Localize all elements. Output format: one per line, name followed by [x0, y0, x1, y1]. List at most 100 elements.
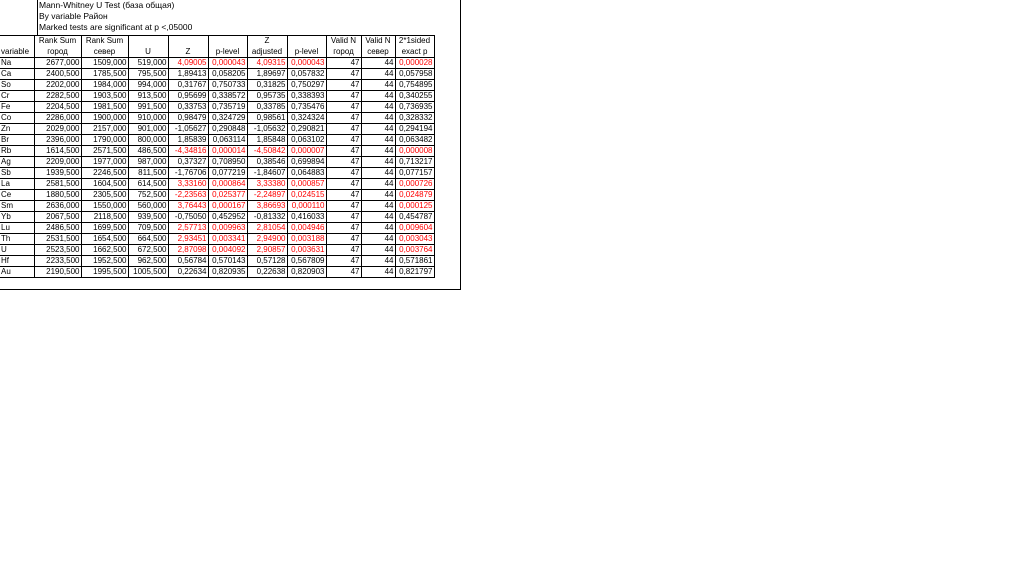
u-cell[interactable]: 991,500: [127, 101, 169, 113]
p-level-adjusted-cell[interactable]: 0,338393: [286, 90, 327, 102]
u-cell[interactable]: 910,000: [127, 112, 169, 124]
p-level-adjusted-cell[interactable]: 0,290821: [286, 123, 327, 135]
z-adjusted-cell[interactable]: -1,84607: [246, 167, 288, 179]
p-level-cell[interactable]: 0,009963: [207, 222, 248, 234]
rank-sum-gorod-cell[interactable]: 2486,500: [33, 222, 82, 234]
rank-sum-gorod-cell[interactable]: 1614,500: [33, 145, 82, 157]
z-adjusted-cell[interactable]: 0,98561: [246, 112, 288, 124]
valid-n-sever-cell[interactable]: 44: [360, 156, 396, 168]
p-level-adjusted-cell[interactable]: 0,820903: [286, 266, 327, 278]
valid-n-sever-cell[interactable]: 44: [360, 79, 396, 91]
z-adjusted-cell[interactable]: 3,33380: [246, 178, 288, 190]
valid-n-sever-cell[interactable]: 44: [360, 244, 396, 256]
variable-cell[interactable]: Ce: [0, 189, 35, 201]
valid-n-sever-cell[interactable]: 44: [360, 90, 396, 102]
rank-sum-gorod-cell[interactable]: 2286,000: [33, 112, 82, 124]
p-level-cell[interactable]: 0,290848: [207, 123, 248, 135]
z-cell[interactable]: 2,57713: [167, 222, 209, 234]
exact-p-cell[interactable]: 0,063482: [394, 134, 435, 146]
rank-sum-sever-cell[interactable]: 2571,500: [80, 145, 129, 157]
u-cell[interactable]: 987,000: [127, 156, 169, 168]
exact-p-cell[interactable]: 0,736935: [394, 101, 435, 113]
valid-n-gorod-cell[interactable]: 47: [325, 178, 362, 190]
rank-sum-sever-cell[interactable]: 1785,500: [80, 68, 129, 80]
valid-n-sever-cell[interactable]: 44: [360, 134, 396, 146]
exact-p-cell[interactable]: 0,003764: [394, 244, 435, 256]
rank-sum-gorod-cell[interactable]: 2202,000: [33, 79, 82, 91]
variable-cell[interactable]: Th: [0, 233, 35, 245]
p-level-adjusted-cell[interactable]: 0,000007: [286, 145, 327, 157]
z-adjusted-cell[interactable]: -0,81332: [246, 211, 288, 223]
exact-p-cell[interactable]: 0,000125: [394, 200, 435, 212]
p-level-adjusted-cell[interactable]: 0,004946: [286, 222, 327, 234]
rank-sum-sever-cell[interactable]: 2118,500: [80, 211, 129, 223]
z-adjusted-cell[interactable]: 2,94900: [246, 233, 288, 245]
z-cell[interactable]: 4,09005: [167, 57, 209, 69]
rank-sum-gorod-cell[interactable]: 2067,500: [33, 211, 82, 223]
z-adjusted-cell[interactable]: -4,50842: [246, 145, 288, 157]
z-cell[interactable]: 1,85839: [167, 134, 209, 146]
rank-sum-gorod-cell[interactable]: 2396,000: [33, 134, 82, 146]
exact-p-cell[interactable]: 0,328332: [394, 112, 435, 124]
variable-cell[interactable]: Ag: [0, 156, 35, 168]
variable-cell[interactable]: Co: [0, 112, 35, 124]
column-header-10[interactable]: 2*1sided exact p: [394, 35, 435, 58]
valid-n-gorod-cell[interactable]: 47: [325, 57, 362, 69]
rank-sum-sever-cell[interactable]: 1900,000: [80, 112, 129, 124]
variable-cell[interactable]: Au: [0, 266, 35, 278]
p-level-cell[interactable]: 0,708950: [207, 156, 248, 168]
variable-cell[interactable]: Zn: [0, 123, 35, 135]
exact-p-cell[interactable]: 0,294194: [394, 123, 435, 135]
z-adjusted-cell[interactable]: 1,89697: [246, 68, 288, 80]
variable-cell[interactable]: Rb: [0, 145, 35, 157]
rank-sum-sever-cell[interactable]: 1604,500: [80, 178, 129, 190]
rank-sum-gorod-cell[interactable]: 2400,500: [33, 68, 82, 80]
p-level-cell[interactable]: 0,004092: [207, 244, 248, 256]
variable-cell[interactable]: La: [0, 178, 35, 190]
z-cell[interactable]: 0,56784: [167, 255, 209, 267]
column-header-8[interactable]: Valid Nгород: [325, 35, 362, 58]
u-cell[interactable]: 901,000: [127, 123, 169, 135]
p-level-cell[interactable]: 0,003341: [207, 233, 248, 245]
valid-n-gorod-cell[interactable]: 47: [325, 211, 362, 223]
valid-n-gorod-cell[interactable]: 47: [325, 101, 362, 113]
rank-sum-gorod-cell[interactable]: 2523,500: [33, 244, 82, 256]
column-header-7[interactable]: p-level: [286, 35, 327, 58]
z-adjusted-cell[interactable]: -1,05632: [246, 123, 288, 135]
u-cell[interactable]: 1005,500: [127, 266, 169, 278]
rank-sum-gorod-cell[interactable]: 2581,500: [33, 178, 82, 190]
u-cell[interactable]: 795,500: [127, 68, 169, 80]
p-level-adjusted-cell[interactable]: 0,000110: [286, 200, 327, 212]
exact-p-cell[interactable]: 0,003043: [394, 233, 435, 245]
variable-cell[interactable]: Sm: [0, 200, 35, 212]
valid-n-gorod-cell[interactable]: 47: [325, 134, 362, 146]
p-level-adjusted-cell[interactable]: 0,750297: [286, 79, 327, 91]
valid-n-sever-cell[interactable]: 44: [360, 222, 396, 234]
valid-n-sever-cell[interactable]: 44: [360, 233, 396, 245]
rank-sum-sever-cell[interactable]: 1790,000: [80, 134, 129, 146]
valid-n-sever-cell[interactable]: 44: [360, 145, 396, 157]
valid-n-sever-cell[interactable]: 44: [360, 101, 396, 113]
variable-cell[interactable]: Lu: [0, 222, 35, 234]
rank-sum-gorod-cell[interactable]: 2233,500: [33, 255, 82, 267]
p-level-cell[interactable]: 0,000014: [207, 145, 248, 157]
valid-n-sever-cell[interactable]: 44: [360, 123, 396, 135]
rank-sum-sever-cell[interactable]: 1662,500: [80, 244, 129, 256]
z-cell[interactable]: 3,33160: [167, 178, 209, 190]
variable-cell[interactable]: Br: [0, 134, 35, 146]
exact-p-cell[interactable]: 0,571861: [394, 255, 435, 267]
column-header-9[interactable]: Valid Nсевер: [360, 35, 396, 58]
rank-sum-sever-cell[interactable]: 2305,500: [80, 189, 129, 201]
z-cell[interactable]: 0,37327: [167, 156, 209, 168]
variable-cell[interactable]: Fe: [0, 101, 35, 113]
z-adjusted-cell[interactable]: 2,81054: [246, 222, 288, 234]
z-cell[interactable]: 2,93451: [167, 233, 209, 245]
exact-p-cell[interactable]: 0,454787: [394, 211, 435, 223]
u-cell[interactable]: 519,000: [127, 57, 169, 69]
z-cell[interactable]: 0,95699: [167, 90, 209, 102]
valid-n-sever-cell[interactable]: 44: [360, 211, 396, 223]
exact-p-cell[interactable]: 0,057958: [394, 68, 435, 80]
rank-sum-gorod-cell[interactable]: 2531,500: [33, 233, 82, 245]
u-cell[interactable]: 994,000: [127, 79, 169, 91]
u-cell[interactable]: 560,000: [127, 200, 169, 212]
